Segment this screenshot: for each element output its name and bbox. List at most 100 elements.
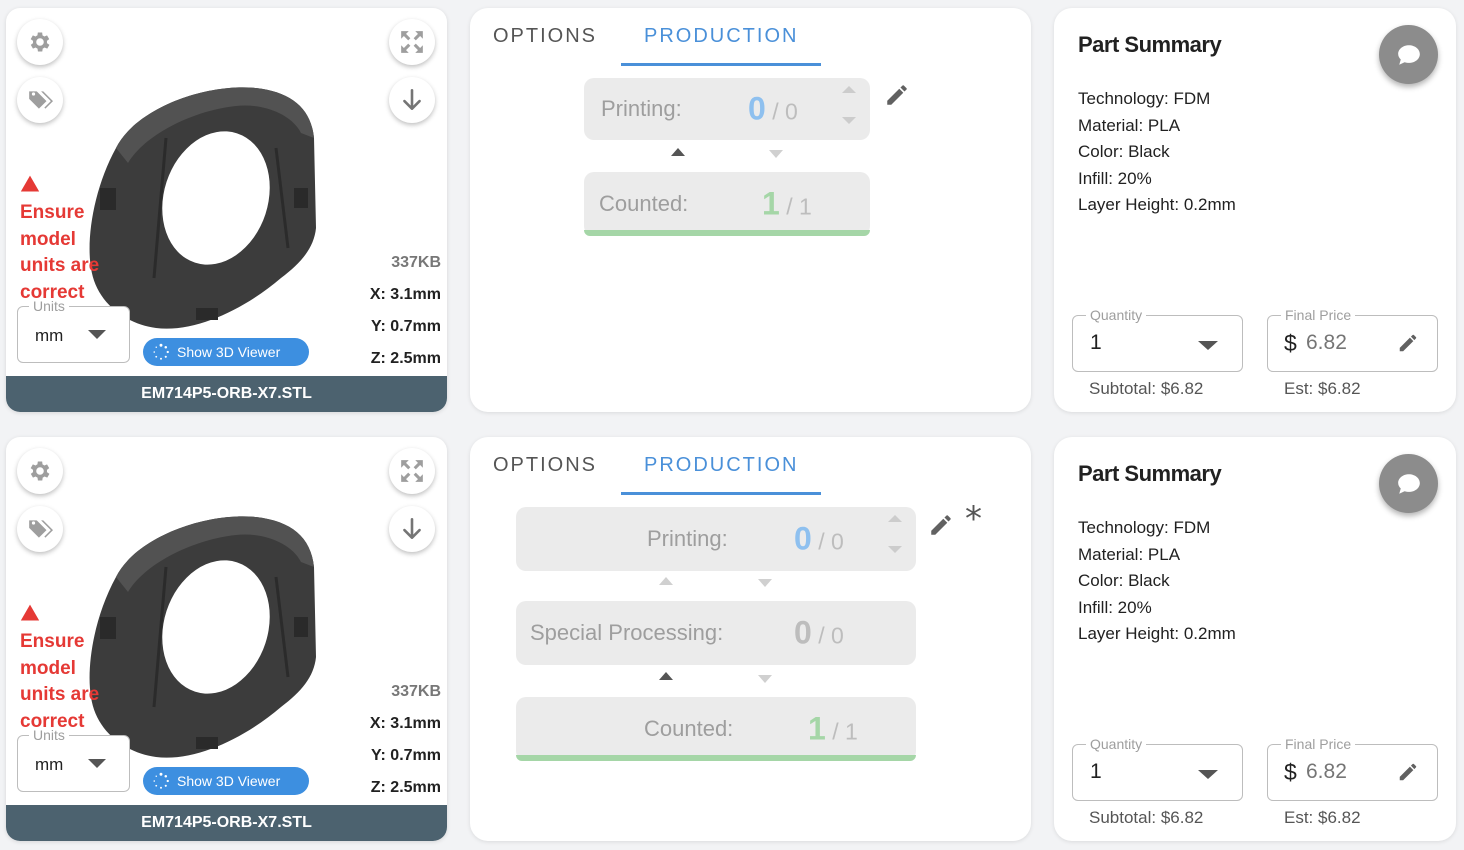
stage-total: / 0 — [772, 98, 798, 125]
active-tab-indicator — [621, 63, 821, 66]
move-up-arrow[interactable] — [671, 148, 685, 156]
quantity-legend: Quantity — [1086, 307, 1147, 323]
decrement-icon[interactable] — [888, 546, 902, 553]
final-price-field[interactable]: Final Price $ 6.82 — [1267, 736, 1438, 801]
pencil-icon[interactable] — [884, 82, 910, 108]
expand-button[interactable] — [389, 19, 435, 65]
quantity-select[interactable]: Quantity 1 — [1072, 307, 1243, 372]
show-3d-viewer-button[interactable]: Show 3D Viewer — [143, 338, 309, 366]
units-legend: Units — [29, 727, 69, 743]
chat-button[interactable] — [1379, 454, 1438, 513]
spec-material: Material: PLA — [1078, 544, 1181, 564]
filename: EM714P5-ORB-X7.STL — [141, 385, 312, 402]
quantity-select[interactable]: Quantity 1 — [1072, 736, 1243, 801]
final-price-field[interactable]: Final Price $ 6.82 — [1267, 307, 1438, 372]
model-preview-card: Ensure model units are correct 337KB X: … — [6, 8, 447, 412]
tag-icon — [29, 91, 53, 109]
stepper[interactable] — [842, 86, 856, 124]
stage-label: Counted: — [644, 716, 734, 741]
tab-options[interactable]: OPTIONS — [493, 25, 597, 48]
pencil-icon[interactable] — [1397, 332, 1419, 354]
stage-total: / 1 — [832, 718, 858, 745]
chat-button[interactable] — [1379, 25, 1438, 84]
show-3d-viewer-button[interactable]: Show 3D Viewer — [143, 767, 309, 795]
estimate: Est: $6.82 — [1284, 808, 1361, 827]
spec-technology: Technology: FDM — [1078, 89, 1211, 108]
move-down-arrow[interactable] — [769, 150, 783, 158]
spinner-icon — [153, 772, 169, 789]
stage-counted[interactable]: Counted: 1 / 1 — [516, 697, 916, 761]
tags-button[interactable] — [17, 77, 63, 123]
caret-down-icon — [1198, 341, 1218, 350]
pencil-icon[interactable] — [1397, 761, 1419, 783]
stage-count: 0 / 0 — [748, 91, 798, 128]
production-card: OPTIONS PRODUCTION Printing: 0 / 0 Count… — [470, 8, 1031, 412]
stage-done: 0 — [748, 90, 766, 127]
warning-text: Ensure model units are correct — [20, 202, 100, 303]
spinner-icon — [153, 343, 169, 360]
tab-production[interactable]: PRODUCTION — [644, 25, 798, 48]
tags-button[interactable] — [17, 506, 63, 552]
stage-counted[interactable]: Counted: 1 / 1 — [584, 172, 870, 236]
price-currency: $ — [1284, 759, 1297, 785]
move-up-arrow[interactable] — [659, 672, 673, 680]
increment-icon[interactable] — [888, 515, 902, 522]
file-size: 337KB — [391, 683, 441, 700]
stepper[interactable] — [888, 515, 902, 553]
stage-count: 1 / 1 — [808, 711, 858, 748]
download-icon — [403, 517, 421, 539]
model-preview-card: Ensure model units are correct 337KB X: … — [6, 437, 447, 841]
download-button[interactable] — [389, 506, 435, 552]
spec-technology: Technology: FDM — [1078, 518, 1211, 537]
settings-button[interactable] — [17, 448, 63, 494]
asterisk-marker: * — [965, 499, 982, 539]
chat-icon — [1397, 44, 1420, 65]
increment-icon[interactable] — [842, 86, 856, 93]
stage-count: 0 / 0 — [794, 521, 844, 558]
units-warning: Ensure model units are correct — [20, 174, 120, 306]
move-up-arrow[interactable] — [659, 577, 673, 585]
stage-label: Printing: — [601, 96, 682, 121]
stage-done: 0 — [794, 520, 812, 557]
gear-icon — [30, 32, 50, 52]
stage-total: / 1 — [786, 193, 812, 220]
units-select[interactable]: Units mm — [17, 727, 130, 792]
subtotal: Subtotal: $6.82 — [1089, 808, 1204, 827]
part-summary-card: Part Summary Technology: FDM Material: P… — [1054, 8, 1456, 412]
stage-label: Printing: — [647, 526, 728, 551]
part-summary-card: Part Summary Technology: FDM Material: P… — [1054, 437, 1456, 841]
dimension-x: X: 3.1mm — [369, 286, 441, 303]
move-down-arrow[interactable] — [758, 675, 772, 683]
stage-count: 0 / 0 — [794, 615, 844, 652]
expand-icon — [401, 460, 423, 482]
stage-special-processing[interactable]: Special Processing: 0 / 0 — [516, 601, 916, 665]
warning-icon — [20, 604, 40, 621]
caret-down-icon — [1198, 770, 1218, 779]
expand-icon — [401, 31, 423, 53]
viewer-label: Show 3D Viewer — [177, 773, 281, 789]
move-down-arrow[interactable] — [758, 579, 772, 587]
stage-printing[interactable]: Printing: 0 / 0 — [516, 507, 916, 571]
stage-printing[interactable]: Printing: 0 / 0 — [584, 78, 870, 140]
expand-button[interactable] — [389, 448, 435, 494]
settings-button[interactable] — [17, 19, 63, 65]
units-warning: Ensure model units are correct — [20, 603, 120, 735]
decrement-icon[interactable] — [842, 117, 856, 124]
pencil-icon[interactable] — [928, 512, 954, 538]
stage-total: / 0 — [818, 622, 844, 649]
spec-list: Technology: FDM Material: PLA Color: Bla… — [1078, 86, 1236, 219]
gear-icon — [30, 461, 50, 481]
stage-label: Counted: — [599, 191, 689, 216]
download-button[interactable] — [389, 77, 435, 123]
stage-label: Special Processing: — [530, 620, 724, 645]
filename-bar: EM714P5-ORB-X7.STL — [6, 376, 447, 412]
active-tab-indicator — [621, 492, 821, 495]
price-value: 6.82 — [1306, 331, 1347, 354]
tab-options[interactable]: OPTIONS — [493, 454, 597, 477]
dimension-z: Z: 2.5mm — [370, 350, 441, 367]
price-currency: $ — [1284, 330, 1297, 356]
tab-production[interactable]: PRODUCTION — [644, 454, 798, 477]
stage-done: 0 — [794, 614, 812, 651]
units-value: mm — [35, 755, 64, 774]
units-select[interactable]: Units mm — [17, 298, 130, 363]
